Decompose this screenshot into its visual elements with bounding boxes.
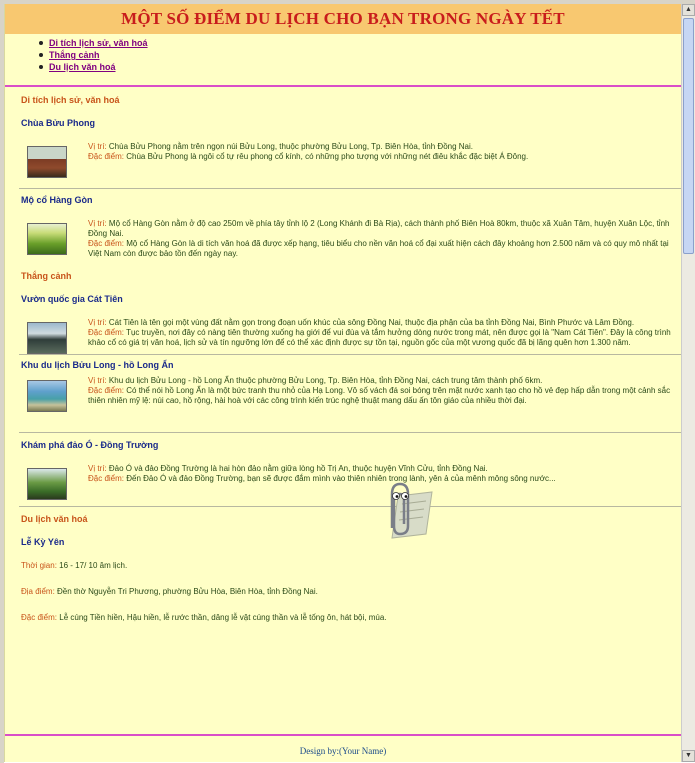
- office-assistant-clippy[interactable]: [378, 480, 434, 542]
- feature-text: Lễ cúng Tiền hiền, Hậu hiền, lễ rước thầ…: [59, 613, 387, 622]
- scroll-down-button[interactable]: ▼: [682, 750, 695, 762]
- location-line: Vị trí: Đảo Ó và đảo Đồng Trường là hai …: [88, 464, 677, 474]
- feature-text: Mộ cổ Hàng Gòn là di tích văn hoá đã đượ…: [88, 239, 669, 258]
- toc-item: Du lịch văn hoá: [39, 61, 681, 73]
- feature-label: Đặc điểm:: [88, 152, 125, 161]
- item-body: Vị trí: Khu du lịch Bửu Long - hồ Long Ẩ…: [5, 376, 681, 424]
- location-text: Khu du lịch Bửu Long - hồ Long Ẩn thuộc …: [108, 376, 543, 385]
- toc-link-scenery[interactable]: Thắng cảnh: [49, 50, 100, 60]
- location-text: Đảo Ó và đảo Đồng Trường là hai hòn đảo …: [108, 464, 488, 473]
- time-label: Thời gian:: [21, 561, 57, 570]
- location-label: Vị trí:: [88, 318, 107, 327]
- page-title: MỘT SỐ ĐIỂM DU LỊCH CHO BẠN TRONG NGÀY T…: [5, 4, 681, 34]
- feature-label: Đặc điểm:: [21, 613, 58, 622]
- toc-link-culture[interactable]: Du lịch văn hoá: [49, 62, 116, 72]
- location-label: Vị trí:: [88, 464, 107, 473]
- feature-label: Đặc điểm:: [88, 474, 125, 483]
- location-text: Cát Tiên là tên gọi một vùng đất nằm gọn…: [108, 318, 635, 327]
- item-title: Chùa Bửu Phong: [21, 118, 96, 128]
- pagoda-photo: [27, 146, 67, 178]
- location-text: Mộ cổ Hàng Gòn nằm ở độ cao 250m về phía…: [88, 219, 670, 238]
- location-label: Vị trí:: [88, 219, 107, 228]
- feature-label: Đặc điểm:: [88, 386, 125, 395]
- feature-line: Đặc điểm: Có thể nói hồ Long Ẩn là một b…: [88, 386, 677, 406]
- feature-text: Đến Đảo Ó và đảo Đồng Trường, bạn sẽ đượ…: [126, 474, 556, 483]
- feature-text: Chùa Bửu Phong là ngôi cổ tự rêu phong c…: [126, 152, 529, 161]
- toc-link-heritage[interactable]: Di tích lịch sử, văn hoá: [49, 38, 148, 48]
- page-content: MỘT SỐ ĐIỂM DU LỊCH CHO BẠN TRONG NGÀY T…: [4, 4, 681, 762]
- place-line: Địa điểm: Đền thờ Nguyễn Tri Phương, phư…: [5, 587, 681, 596]
- item-body: Vị trí: Đảo Ó và đảo Đồng Trường là hai …: [5, 464, 681, 500]
- lake-photo: [27, 380, 67, 412]
- table-of-contents: Di tích lịch sử, văn hoá Thắng cảnh Du l…: [5, 37, 681, 73]
- location-line: Vị trí: Cát Tiên là tên gọi một vùng đất…: [88, 318, 677, 328]
- event-title: Lễ Kỳ Yên: [21, 537, 65, 547]
- location-line: Vị trí: Mộ cổ Hàng Gòn nằm ở độ cao 250m…: [88, 219, 677, 239]
- vertical-scrollbar[interactable]: ▲ ▼: [681, 4, 695, 762]
- feature-label: Đặc điểm:: [88, 328, 125, 337]
- scrollbar-thumb[interactable]: [683, 18, 694, 254]
- scroll-up-button[interactable]: ▲: [682, 4, 695, 16]
- feature-text: Tục truyền, nơi đây có nàng tiên thường …: [88, 328, 671, 347]
- item-title: Khu du lịch Bửu Long - hồ Long Ẩn: [21, 360, 174, 370]
- footer-divider: [5, 734, 681, 736]
- island-photo: [27, 468, 67, 500]
- feature-line: Đặc điểm: Mộ cổ Hàng Gòn là di tích văn …: [88, 239, 677, 259]
- location-label: Vị trí:: [88, 142, 107, 151]
- location-line: Vị trí: Chùa Bửu Phong nằm trên ngọn núi…: [88, 142, 677, 152]
- item-title: Khám phá đảo Ó - Đồng Trường: [21, 440, 159, 450]
- feature-text: Có thể nói hồ Long Ẩn là một bức tranh t…: [88, 386, 671, 405]
- feature-line: Đặc điểm: Tục truyền, nơi đây có nàng ti…: [88, 328, 677, 348]
- item-body: Vị trí: Cát Tiên là tên gọi một vùng đất…: [5, 318, 681, 354]
- place-text: Đền thờ Nguyễn Tri Phương, phường Bửu Hò…: [57, 587, 318, 596]
- location-text: Chùa Bửu Phong nằm trên ngọn núi Bửu Lon…: [108, 142, 473, 151]
- footer-credit: Design by:(Your Name): [299, 746, 387, 756]
- item-title: Vườn quốc gia Cát Tiên: [21, 294, 123, 304]
- item-title: Mộ cổ Hàng Gòn: [21, 195, 93, 205]
- toc-item: Di tích lịch sử, văn hoá: [39, 37, 681, 49]
- section-title-culture: Du lịch văn hoá: [21, 514, 88, 524]
- feature-line: Đặc điểm: Chùa Bửu Phong là ngôi cổ tự r…: [88, 152, 677, 162]
- toc-item: Thắng cảnh: [39, 49, 681, 61]
- feature-label: Đặc điểm:: [88, 239, 125, 248]
- item-body: Vị trí: Chùa Bửu Phong nằm trên ngọn núi…: [5, 142, 681, 178]
- feature-line: Đặc điểm: Lễ cúng Tiền hiền, Hậu hiền, l…: [5, 613, 681, 622]
- time-text: 16 - 17/ 10 âm lịch.: [59, 561, 128, 570]
- tomb-photo: [27, 223, 67, 255]
- section-title-scenery: Thắng cảnh: [21, 271, 72, 281]
- river-photo: [27, 322, 67, 354]
- location-label: Vị trí:: [88, 376, 107, 385]
- item-body: Vị trí: Mộ cổ Hàng Gòn nằm ở độ cao 250m…: [5, 219, 681, 259]
- section-title-heritage: Di tích lịch sử, văn hoá: [21, 95, 120, 105]
- location-line: Vị trí: Khu du lịch Bửu Long - hồ Long Ẩ…: [88, 376, 677, 386]
- time-line: Thời gian: 16 - 17/ 10 âm lịch.: [5, 561, 681, 570]
- place-label: Địa điểm:: [21, 587, 55, 596]
